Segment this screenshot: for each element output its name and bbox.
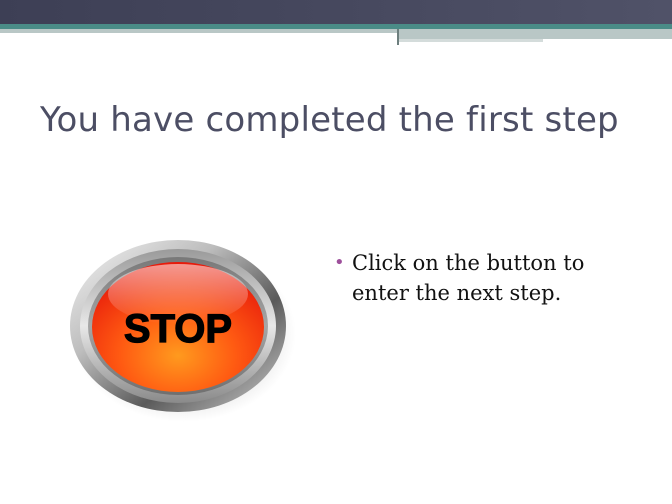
header-step-bar-inner <box>398 39 543 42</box>
stop-button-label: STOP <box>124 307 232 351</box>
slide-title: You have completed the first step <box>40 100 619 140</box>
stop-button[interactable]: STOP <box>66 234 296 424</box>
stop-button-icon: STOP <box>70 240 296 422</box>
bullet-marker: • <box>334 252 345 273</box>
slide: You have completed the first step STOP •… <box>0 0 672 504</box>
bullet-list: • Click on the button to enter the next … <box>334 248 634 308</box>
header-divider <box>397 29 399 45</box>
header-banner <box>0 0 672 24</box>
bullet-text: Click on the button to enter the next st… <box>352 251 585 305</box>
bullet-item: • Click on the button to enter the next … <box>334 248 634 308</box>
